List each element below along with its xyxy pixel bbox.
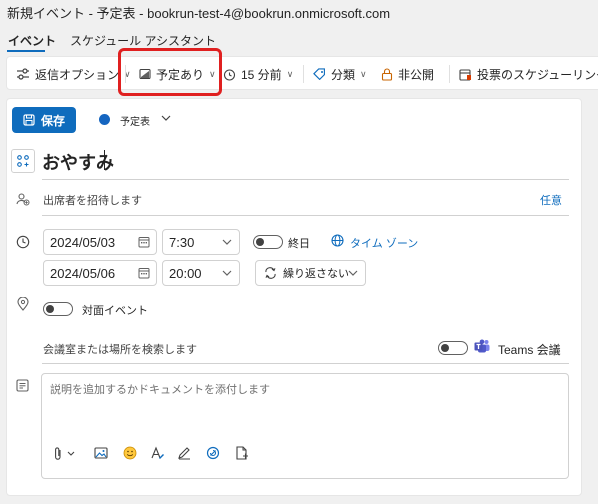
repeat-select[interactable]: 繰り返さない	[255, 260, 366, 286]
tab-scheduling-assistant[interactable]: スケジュール アシスタント	[70, 32, 216, 49]
event-type-icon[interactable]	[11, 149, 35, 173]
repeat-value: 繰り返さない	[283, 268, 349, 280]
chevron-down-icon: ∨	[286, 68, 294, 79]
description-placeholder: 説明を追加するかドキュメントを添付します	[50, 384, 270, 396]
window-title: 新規イベント - 予定表 - bookrun-test-4@bookrun.on…	[0, 0, 598, 28]
text-format-icon[interactable]	[150, 446, 165, 460]
calendar-icon[interactable]	[138, 236, 150, 248]
reminder-button[interactable]: 15 分前 ∨	[223, 57, 293, 91]
sliders-icon	[16, 68, 30, 80]
chevron-down-icon	[347, 267, 359, 279]
attendees-input[interactable]: 出席者を招待します	[43, 192, 142, 208]
active-tab-indicator	[7, 50, 45, 52]
start-date-value: 2024/05/03	[50, 234, 116, 250]
end-date-value: 2024/05/06	[50, 265, 116, 281]
save-icon	[23, 114, 35, 126]
poll-scheduling-button[interactable]: 投票のスケジューリング	[459, 57, 598, 91]
chevron-down-icon	[221, 236, 233, 248]
categorize-button[interactable]: 分類 ∨	[313, 57, 367, 91]
toolbar-divider	[303, 65, 304, 83]
divider	[42, 179, 569, 180]
emoji-icon[interactable]	[123, 446, 137, 460]
all-day-toggle[interactable]	[253, 235, 283, 249]
private-label: 非公開	[398, 67, 435, 82]
teams-meeting-toggle[interactable]	[438, 341, 468, 355]
response-options-button[interactable]: 返信オプション ∨	[16, 57, 131, 91]
add-people-icon	[16, 192, 30, 206]
teams-meeting-label: Teams 会議	[498, 343, 561, 357]
toolbar: 返信オプション ∨ 予定あり ∨ 15 分前 ∨ 分類 ∨ 非公開 投票のスケジ	[6, 56, 598, 90]
poll-calendar-icon	[459, 68, 472, 81]
response-options-label: 返信オプション	[35, 67, 120, 82]
divider	[42, 363, 569, 364]
calendar-name[interactable]: 予定表	[120, 113, 150, 128]
globe-icon	[331, 234, 344, 247]
save-label: 保存	[40, 113, 65, 128]
attach-icon[interactable]	[54, 446, 78, 462]
save-button[interactable]: 保存	[12, 107, 76, 133]
pen-draw-icon[interactable]	[177, 446, 192, 460]
in-person-toggle[interactable]	[43, 302, 73, 316]
start-time-value: 7:30	[169, 234, 195, 250]
private-button[interactable]: 非公開	[381, 57, 434, 91]
chevron-down-icon: ∨	[360, 68, 367, 79]
end-date-input[interactable]: 2024/05/06	[43, 260, 157, 286]
text-description-icon	[16, 379, 29, 392]
repeat-icon	[264, 267, 277, 279]
text-cursor	[104, 150, 105, 170]
loop-component-icon[interactable]	[206, 446, 220, 460]
in-person-label: 対面イベント	[82, 305, 148, 317]
chevron-down-icon	[221, 267, 233, 279]
time-zone-link[interactable]: タイム ゾーン	[350, 235, 418, 251]
alarm-clock-icon	[223, 68, 236, 81]
optional-attendees-link[interactable]: 任意	[540, 192, 562, 208]
start-time-select[interactable]: 7:30	[162, 229, 240, 255]
toolbar-divider	[449, 65, 450, 83]
start-date-input[interactable]: 2024/05/03	[43, 229, 157, 255]
calendar-color-dot	[99, 114, 110, 125]
location-input[interactable]: 会議室または場所を検索します	[43, 341, 197, 357]
teams-icon	[474, 339, 490, 354]
divider	[42, 215, 569, 216]
chevron-down-icon[interactable]	[160, 112, 172, 124]
tab-bar: イベント スケジュール アシスタント	[0, 28, 598, 54]
image-icon[interactable]	[94, 446, 108, 460]
tab-event[interactable]: イベント	[8, 32, 56, 49]
highlight-box	[118, 48, 222, 96]
categorize-label: 分類	[331, 67, 356, 82]
end-time-value: 20:00	[169, 265, 202, 281]
tag-icon	[313, 68, 326, 80]
all-day-label: 終日	[288, 238, 310, 250]
poll-scheduling-label: 投票のスケジューリング	[477, 67, 598, 82]
clock-icon	[16, 235, 30, 249]
end-time-select[interactable]: 20:00	[162, 260, 240, 286]
location-pin-icon	[17, 297, 29, 311]
lock-icon	[381, 67, 393, 81]
document-insert-icon[interactable]	[235, 446, 249, 461]
calendar-icon[interactable]	[138, 267, 150, 279]
reminder-label: 15 分前	[241, 67, 282, 82]
